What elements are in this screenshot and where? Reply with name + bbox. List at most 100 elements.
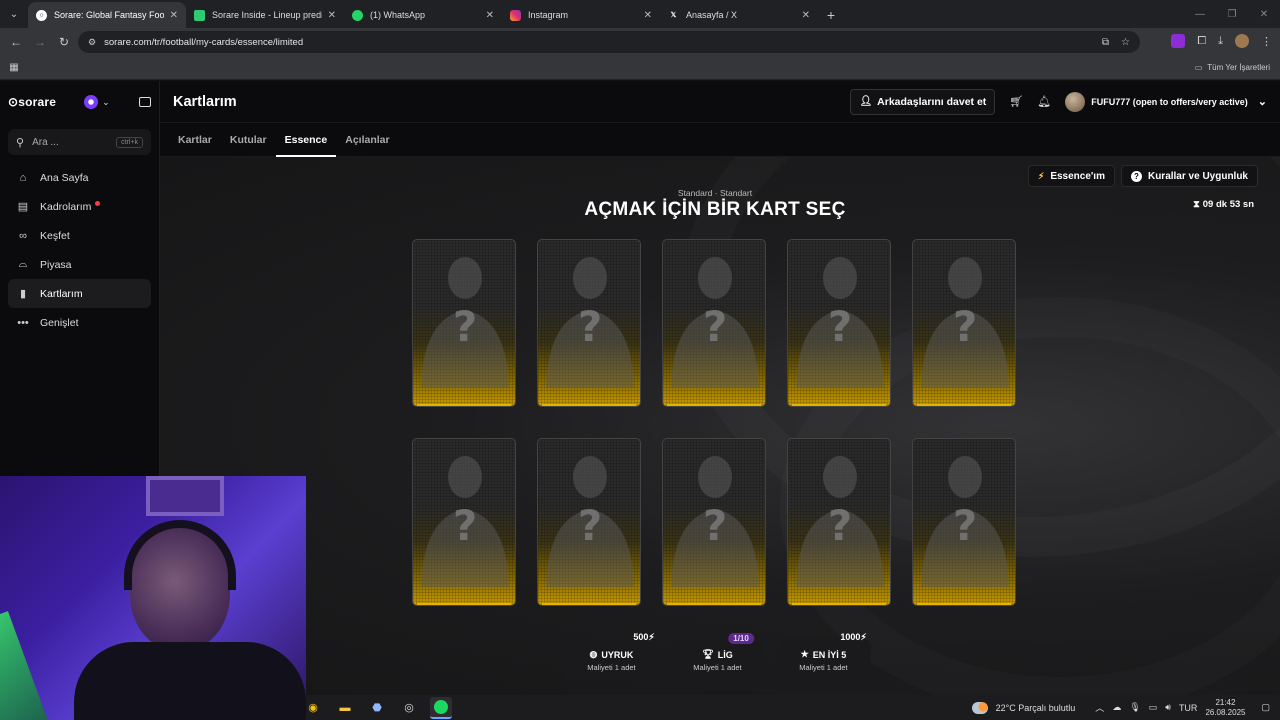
mic-icon[interactable]: 🎙︎ (1129, 702, 1140, 713)
tab-essence[interactable]: Essence (275, 123, 337, 157)
sidebar-toggle-icon[interactable] (139, 97, 151, 107)
mystery-card[interactable]: ? (787, 438, 891, 606)
user-menu[interactable]: FUFU777 (open to offers/very active) ⌄ (1065, 91, 1267, 112)
sport-switcher[interactable]: ⌄ (84, 95, 110, 109)
close-icon[interactable]: ✕ (802, 10, 810, 21)
close-window-icon[interactable]: ✕ (1248, 9, 1280, 20)
network-icon[interactable]: ▭ (1149, 702, 1158, 713)
spotify-icon[interactable] (430, 696, 452, 719)
volume-icon[interactable]: 🔊︎ (1165, 702, 1171, 713)
mystery-card[interactable]: ? (537, 438, 641, 606)
all-bookmarks[interactable]: ▭ Tüm Yer İşaretleri (1195, 63, 1270, 72)
card-question-mark: ? (952, 501, 978, 550)
card-gold-edge (667, 404, 761, 406)
new-tab-button[interactable]: + (818, 2, 844, 28)
my-essence-button[interactable]: ⚡︎ Essence'ım (1028, 165, 1115, 187)
cloud-icon[interactable]: ☁ (1112, 702, 1121, 713)
card-gold-edge (542, 404, 636, 406)
invite-friends-button[interactable]: 👤︎ Arkadaşlarını davet et (850, 88, 996, 115)
language-indicator[interactable]: TUR (1179, 703, 1198, 713)
browser-tab-sorare-inside[interactable]: Sorare Inside - Lineup predictio ✕ (186, 2, 344, 28)
back-icon[interactable]: ← (4, 35, 28, 49)
clock[interactable]: 21:42 26.08.2025 (1205, 698, 1245, 718)
discover-icon: ∞ (19, 229, 27, 242)
browser-tab-x[interactable]: 𝕏 Anasayfa / X ✕ (660, 2, 818, 28)
mystery-card[interactable]: ? (912, 438, 1016, 606)
sidebar-item-market[interactable]: ⌓ Piyasa (8, 250, 151, 279)
close-icon[interactable]: ✕ (644, 10, 652, 21)
mystery-card[interactable]: ? (912, 239, 1016, 407)
avatar (1065, 91, 1086, 112)
tab-opened[interactable]: Açılanlar (336, 123, 398, 157)
file-explorer-icon[interactable]: ▬ (334, 697, 356, 719)
sidebar-item-expand[interactable]: ••• Genişlet (8, 308, 151, 337)
card-question-mark: ? (577, 501, 603, 550)
close-icon[interactable]: ✕ (170, 10, 178, 21)
cost-option-league[interactable]: 1/10 🏆︎ LİG Maliyeti 1 adet (667, 633, 767, 681)
chrome-icon[interactable]: ◉ (302, 697, 324, 719)
mystery-card[interactable]: ? (662, 438, 766, 606)
obs-icon[interactable]: ◎ (398, 697, 420, 719)
headphones (124, 520, 236, 590)
tab-boxes[interactable]: Kutular (221, 123, 276, 157)
bookmark-star-icon[interactable]: ☆ (1121, 37, 1130, 48)
sidebar-item-discover[interactable]: ∞ Keşfet (8, 221, 151, 250)
notifications-icon[interactable]: ▢ (1261, 702, 1270, 713)
browser-tab-sorare[interactable]: ○ Sorare: Global Fantasy Football ✕ (28, 2, 186, 28)
whatsapp-favicon (352, 9, 363, 21)
profile-avatar-icon[interactable] (1235, 34, 1249, 48)
mystery-card[interactable]: ? (787, 239, 891, 407)
extensions-puzzle-icon[interactable]: ⧠ (1197, 35, 1206, 48)
restore-icon[interactable]: ❐ (1216, 9, 1248, 20)
search-shortcut: ctrl+k (116, 136, 143, 148)
tab-cards[interactable]: Kartlar (178, 123, 221, 157)
cart-icon[interactable]: 🛒︎ (1009, 95, 1023, 108)
forward-icon[interactable]: → (28, 35, 52, 49)
minimize-icon[interactable]: — (1184, 9, 1216, 20)
search-input[interactable]: ⚲ Ara ... ctrl+k (8, 129, 151, 155)
reload-icon[interactable]: ↻ (52, 35, 76, 49)
page-title: Kartlarım (173, 93, 237, 110)
globe-icon: ◍ (589, 649, 598, 659)
browser-tab-instagram[interactable]: Instagram ✕ (502, 2, 660, 28)
browser-menu-icon[interactable]: ⋮ (1261, 35, 1272, 48)
bell-icon[interactable]: 🔔︎ (1037, 95, 1051, 108)
tab-title: Anasayfa / X (686, 10, 738, 20)
browser-tab-whatsapp[interactable]: (1) WhatsApp ✕ (344, 2, 502, 28)
apps-grid-icon[interactable]: ▦ (0, 62, 28, 73)
sidebar-item-home[interactable]: ⌂ Ana Sayfa (8, 163, 151, 192)
cards-icon: ▮ (19, 288, 27, 300)
sidebar-item-my-cards[interactable]: ▮ Kartlarım (8, 279, 151, 308)
close-icon[interactable]: ✕ (486, 10, 494, 21)
sidebar-item-lineups[interactable]: ▤ Kadrolarım (8, 192, 151, 221)
install-app-icon[interactable]: ⧉ (1102, 37, 1109, 48)
star-icon: ★ (800, 649, 809, 659)
extension-icon[interactable] (1171, 34, 1186, 48)
mystery-card[interactable]: ? (412, 239, 516, 407)
address-bar: ← → ↻ ⚙ sorare.com/tr/football/my-cards/… (0, 28, 1280, 56)
mystery-card[interactable]: ? (662, 239, 766, 407)
url-field[interactable]: ⚙ sorare.com/tr/football/my-cards/essenc… (78, 31, 1140, 53)
sorare-logo[interactable]: ⊙sorare (8, 95, 56, 109)
clock-date: 26.08.2025 (1205, 707, 1246, 717)
tab-search-icon[interactable]: ⌄ (0, 0, 28, 28)
cost-option-top5[interactable]: 1000⚡︎ ★ EN İYİ 5 Maliyeti 1 adet (773, 632, 873, 681)
cost-option-nationality[interactable]: 500⚡︎ ◍ UYRUK Maliyeti 1 adet (561, 632, 661, 681)
rules-button[interactable]: ? Kurallar ve Uygunluk (1120, 165, 1258, 187)
sidebar-nav: ⌂ Ana Sayfa ▤ Kadrolarım ∞ Keşfet ⌓ Piya… (0, 163, 159, 337)
username: FUFU777 (open to offers/very active) (1091, 96, 1248, 107)
download-icon[interactable]: ⤓ (1218, 35, 1223, 48)
close-icon[interactable]: ✕ (328, 10, 336, 21)
tab-title: (1) WhatsApp (370, 10, 426, 20)
card-question-mark: ? (827, 302, 853, 351)
card-question-mark: ? (452, 302, 478, 351)
mystery-card[interactable]: ? (537, 239, 641, 407)
mystery-card[interactable]: ? (412, 438, 516, 606)
site-info-icon[interactable]: ⚙ (88, 37, 96, 48)
football-icon (84, 95, 99, 109)
weather-text[interactable]: 22°C Parçalı bulutlu (996, 703, 1076, 713)
tray-chevron-icon[interactable]: ︿ (1095, 701, 1104, 714)
sidebar-item-label: Piyasa (40, 258, 72, 271)
tab-title: Sorare: Global Fantasy Football (54, 10, 164, 20)
steam-icon[interactable]: ⬣ (366, 697, 388, 719)
